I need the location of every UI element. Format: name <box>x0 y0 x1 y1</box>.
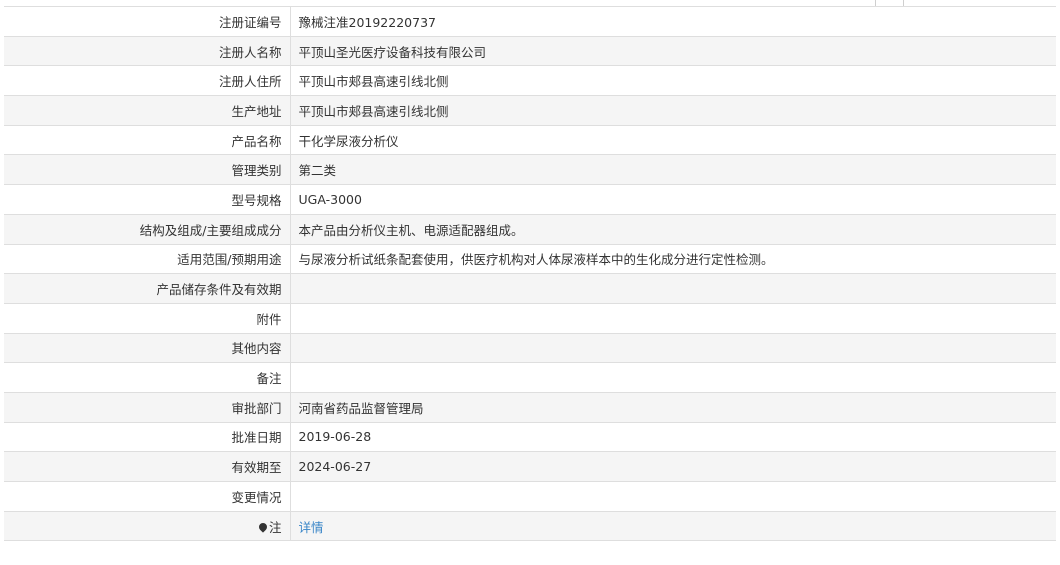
table-row: 备注 <box>4 362 1056 393</box>
row-value: 平顶山圣光医疗设备科技有限公司 <box>290 35 1056 67</box>
row-label: 结构及组成/主要组成成分 <box>4 213 291 245</box>
note-value-cell: 详情 <box>290 510 1056 542</box>
table-row: 注册人名称 平顶山圣光医疗设备科技有限公司 <box>4 35 1056 67</box>
row-label: 附件 <box>4 302 291 334</box>
row-value: 干化学尿液分析仪 <box>290 124 1056 156</box>
table-row: 型号规格 UGA-3000 <box>4 184 1056 215</box>
row-value: 平顶山市郏县高速引线北侧 <box>290 65 1056 97</box>
table-row: 注册人住所 平顶山市郏县高速引线北侧 <box>4 65 1056 97</box>
table-row: 管理类别 第二类 <box>4 154 1056 186</box>
row-value: UGA-3000 <box>290 184 1056 215</box>
row-value: 第二类 <box>290 154 1056 186</box>
row-label: 批准日期 <box>4 421 291 453</box>
table-row: 附件 <box>4 302 1056 334</box>
table-row: 产品名称 干化学尿液分析仪 <box>4 124 1056 156</box>
note-label: 注 <box>268 519 282 535</box>
registration-table: 注册证编号 豫械注准20192220737 注册人名称 平顶山圣光医疗设备科技有… <box>4 6 1056 542</box>
details-link[interactable]: 详情 <box>299 520 324 535</box>
note-row: 注 详情 <box>4 510 1056 542</box>
row-value <box>290 273 1056 304</box>
row-value: 本产品由分析仪主机、电源适配器组成。 <box>290 213 1056 245</box>
row-label: 注册人名称 <box>4 35 291 67</box>
table-row: 注册证编号 豫械注准20192220737 <box>4 6 1056 37</box>
row-label: 产品储存条件及有效期 <box>4 273 291 304</box>
pin-icon <box>257 520 269 533</box>
row-label: 管理类别 <box>4 154 291 186</box>
row-value: 平顶山市郏县高速引线北侧 <box>290 95 1056 126</box>
table-row: 有效期至 2024-06-27 <box>4 451 1056 482</box>
table-row: 适用范围/预期用途 与尿液分析试纸条配套使用，供医疗机构对人体尿液样本中的生化成… <box>4 243 1056 275</box>
table-row: 其他内容 <box>4 332 1056 364</box>
table-row: 批准日期 2019-06-28 <box>4 421 1056 453</box>
table-row: 变更情况 <box>4 481 1056 512</box>
row-label: 其他内容 <box>4 332 291 364</box>
row-label: 审批部门 <box>4 391 291 423</box>
row-value: 豫械注准20192220737 <box>290 6 1056 37</box>
row-value <box>290 362 1056 393</box>
row-value: 2024-06-27 <box>290 451 1056 482</box>
table-row: 生产地址 平顶山市郏县高速引线北侧 <box>4 95 1056 126</box>
table-row: 审批部门 河南省药品监督管理局 <box>4 391 1056 423</box>
row-value <box>290 332 1056 364</box>
note-label-cell: 注 <box>4 510 291 542</box>
table-row: 结构及组成/主要组成成分 本产品由分析仪主机、电源适配器组成。 <box>4 213 1056 245</box>
row-label: 变更情况 <box>4 481 291 512</box>
registration-record-page: 注册证编号 豫械注准20192220737 注册人名称 平顶山圣光医疗设备科技有… <box>0 0 1060 565</box>
row-label: 有效期至 <box>4 451 291 482</box>
row-label: 适用范围/预期用途 <box>4 243 291 275</box>
row-label: 产品名称 <box>4 124 291 156</box>
row-label: 生产地址 <box>4 95 291 126</box>
row-value <box>290 481 1056 512</box>
row-value: 2019-06-28 <box>290 421 1056 453</box>
row-value <box>290 302 1056 334</box>
row-value: 河南省药品监督管理局 <box>290 391 1056 423</box>
table-row: 产品储存条件及有效期 <box>4 273 1056 304</box>
row-label: 注册人住所 <box>4 65 291 97</box>
row-label: 注册证编号 <box>4 6 291 37</box>
row-label: 型号规格 <box>4 184 291 215</box>
row-label: 备注 <box>4 362 291 393</box>
row-value: 与尿液分析试纸条配套使用，供医疗机构对人体尿液样本中的生化成分进行定性检测。 <box>290 243 1056 275</box>
